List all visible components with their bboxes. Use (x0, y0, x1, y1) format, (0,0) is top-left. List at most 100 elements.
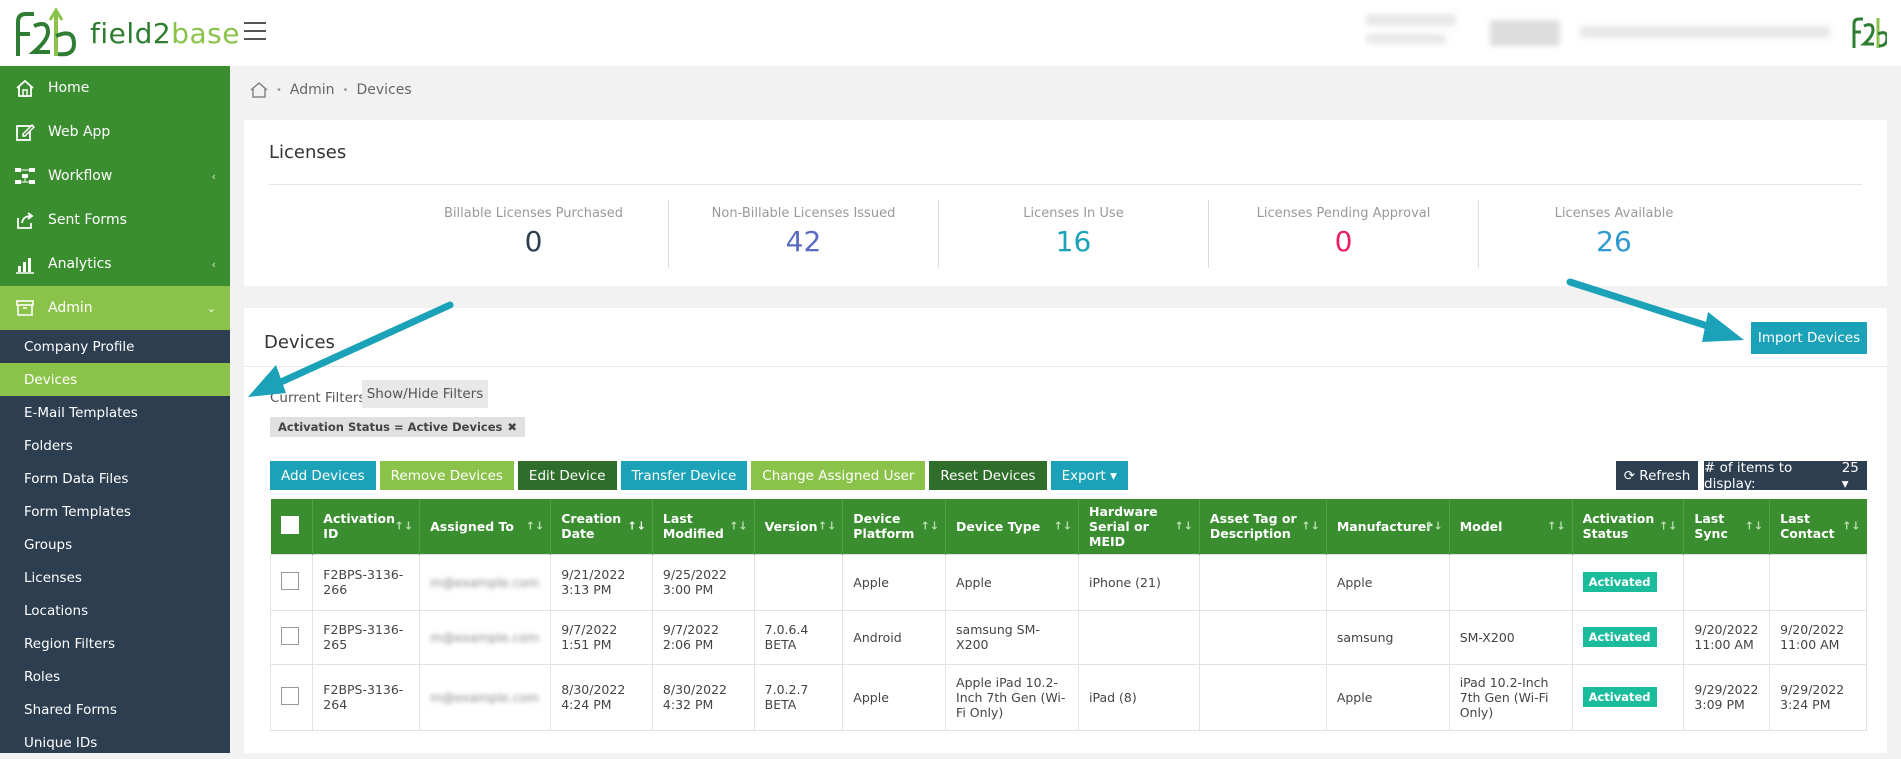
show-hide-filters-button[interactable]: Show/Hide Filters (362, 380, 488, 408)
sidebar-item-admin[interactable]: Admin ⌄ (0, 286, 230, 330)
sort-icon[interactable]: ↑↓ (1424, 520, 1442, 533)
col-asset-tag[interactable]: Asset Tag or Description ↑↓ (1199, 499, 1327, 554)
sort-icon[interactable]: ↑↓ (1174, 520, 1192, 533)
col-last-sync[interactable]: Last Sync ↑↓ (1683, 499, 1771, 554)
sidebar-item-workflow[interactable]: Workflow ‹ (0, 154, 230, 198)
col-device-type[interactable]: Device Type ↑↓ (945, 499, 1080, 554)
sidebar-item-label: Home (48, 80, 90, 96)
stat-billable-purchased: Billable Licenses Purchased 0 (399, 200, 669, 268)
sidebar-sub-unique-ids[interactable]: Unique IDs (0, 726, 230, 759)
sort-icon[interactable]: ↑↓ (1659, 520, 1677, 533)
sort-icon[interactable]: ↑↓ (1547, 520, 1565, 533)
sidebar-item-home[interactable]: Home (0, 66, 230, 110)
user-avatar-icon[interactable] (1851, 14, 1887, 50)
col-activation-id[interactable]: Activation ID ↑↓ (312, 499, 421, 554)
stat-pending-approval: Licenses Pending Approval 0 (1209, 200, 1479, 268)
sort-icon[interactable]: ↑↓ (395, 520, 413, 533)
import-devices-button[interactable]: Import Devices (1751, 322, 1867, 354)
row-checkbox[interactable] (281, 686, 299, 705)
col-creation-date[interactable]: Creation Date ↑↓ (550, 499, 653, 554)
col-model[interactable]: Model ↑↓ (1449, 499, 1573, 554)
col-assigned-to[interactable]: Assigned To ↑↓ (419, 499, 552, 554)
col-activation-status[interactable]: Activation Status ↑↓ (1572, 499, 1685, 554)
cell-activation-status: Activated (1571, 609, 1685, 665)
table-row[interactable]: F2BPS-3136-265 m@example.com 9/7/2022 1:… (269, 609, 1867, 665)
home-icon[interactable] (250, 82, 268, 98)
licenses-title: Licenses (269, 142, 347, 163)
cell-model: SM-X200 (1448, 609, 1573, 665)
account-button-redacted[interactable] (1490, 20, 1560, 46)
sidebar-sub-licenses[interactable]: Licenses (0, 561, 230, 594)
edit-device-button[interactable]: Edit Device (517, 461, 617, 490)
items-per-page-select[interactable]: # of items to display: 25 ▾ (1704, 460, 1867, 492)
sidebar-sub-locations[interactable]: Locations (0, 594, 230, 627)
sidebar-sub-shared-forms[interactable]: Shared Forms (0, 693, 230, 726)
cell-last-modified: 8/30/2022 4:32 PM (651, 663, 755, 731)
cell-manufacturer: Apple (1325, 553, 1450, 611)
col-last-contact[interactable]: Last Contact ↑↓ (1769, 499, 1867, 554)
sidebar-item-web-app[interactable]: Web App (0, 110, 230, 154)
row-checkbox[interactable] (281, 571, 299, 590)
stat-value: 26 (1596, 225, 1632, 258)
sidebar-item-sent-forms[interactable]: Sent Forms (0, 198, 230, 242)
sidebar-sub-folders[interactable]: Folders (0, 429, 230, 462)
edit-icon (14, 121, 36, 143)
select-all-checkbox[interactable] (280, 515, 299, 534)
reset-devices-button[interactable]: Reset Devices (929, 461, 1047, 490)
col-last-modified[interactable]: Last Modified ↑↓ (652, 499, 755, 554)
sidebar-sub-form-templates[interactable]: Form Templates (0, 495, 230, 528)
refresh-button[interactable]: ⟳ Refresh (1616, 461, 1698, 490)
col-version[interactable]: Version ↑↓ (754, 499, 844, 554)
breadcrumb-admin[interactable]: Admin (290, 82, 335, 98)
cell-creation-date: 9/7/2022 1:51 PM (550, 609, 653, 665)
sort-icon[interactable]: ↑↓ (1301, 520, 1319, 533)
sort-icon[interactable]: ↑↓ (1745, 520, 1763, 533)
status-badge: Activated (1582, 687, 1657, 707)
stat-label: Non-Billable Licenses Issued (711, 206, 896, 221)
table-row[interactable]: F2BPS-3136-266 m@example.com 9/21/2022 3… (269, 553, 1867, 611)
sidebar-item-label: Web App (48, 124, 111, 140)
cell-manufacturer: samsung (1325, 609, 1450, 665)
sidebar-sub-roles[interactable]: Roles (0, 660, 230, 693)
menu-toggle-icon[interactable] (244, 22, 266, 40)
stat-available: Licenses Available 26 (1479, 200, 1749, 268)
export-dropdown-button[interactable]: Export ▾ (1050, 461, 1128, 490)
row-checkbox[interactable] (281, 626, 299, 645)
stat-label: Licenses Available (1554, 206, 1674, 221)
sort-icon[interactable]: ↑↓ (921, 520, 939, 533)
brand-logo[interactable]: field2base (14, 6, 240, 60)
sidebar-sub-groups[interactable]: Groups (0, 528, 230, 561)
chart-icon (14, 253, 36, 275)
cell-asset-tag (1198, 609, 1327, 665)
sort-icon[interactable]: ↑↓ (1054, 520, 1072, 533)
add-devices-button[interactable]: Add Devices (270, 461, 376, 490)
cell-last-sync: 9/29/2022 3:09 PM (1683, 663, 1771, 731)
sidebar-sub-devices[interactable]: Devices (0, 363, 230, 396)
change-assigned-user-button[interactable]: Change Assigned User (751, 461, 926, 490)
sidebar-sub-company-profile[interactable]: Company Profile (0, 330, 230, 363)
col-manufacturer[interactable]: Manufacturer ↑↓ (1326, 499, 1450, 554)
sidebar-item-analytics[interactable]: Analytics ‹ (0, 242, 230, 286)
devices-card: Devices Import Devices Current Filters: … (244, 308, 1887, 753)
transfer-device-button[interactable]: Transfer Device (620, 461, 748, 490)
col-device-platform[interactable]: Device Platform ↑↓ (842, 499, 947, 554)
home-icon (14, 77, 36, 99)
table-row[interactable]: F2BPS-3136-264 m@example.com 8/30/2022 4… (269, 663, 1867, 731)
sort-icon[interactable]: ↑↓ (729, 520, 747, 533)
sort-icon[interactable]: ↑↓ (818, 520, 836, 533)
sort-active-icon[interactable]: ↑↓ (627, 520, 645, 533)
close-icon[interactable]: ✖ (507, 420, 517, 434)
sidebar: Home Web App Workflow ‹ Sent Forms Analy… (0, 66, 230, 753)
select-all-header (270, 499, 314, 554)
cell-device-type: Apple iPad 10.2-Inch 7th Gen (Wi-Fi Only… (945, 663, 1080, 731)
sidebar-sub-email-templates[interactable]: E-Mail Templates (0, 396, 230, 429)
sort-icon[interactable]: ↑↓ (526, 520, 544, 533)
cell-creation-date: 9/21/2022 3:13 PM (550, 553, 653, 611)
col-hardware-serial[interactable]: Hardware Serial or MEID ↑↓ (1078, 499, 1200, 554)
sidebar-sub-region-filters[interactable]: Region Filters (0, 627, 230, 660)
cell-activation-id: F2BPS-3136-266 (312, 553, 421, 611)
sidebar-sub-form-data-files[interactable]: Form Data Files (0, 462, 230, 495)
remove-devices-button[interactable]: Remove Devices (379, 461, 514, 490)
sort-icon[interactable]: ↑↓ (1842, 520, 1860, 533)
cell-last-sync (1683, 553, 1771, 611)
